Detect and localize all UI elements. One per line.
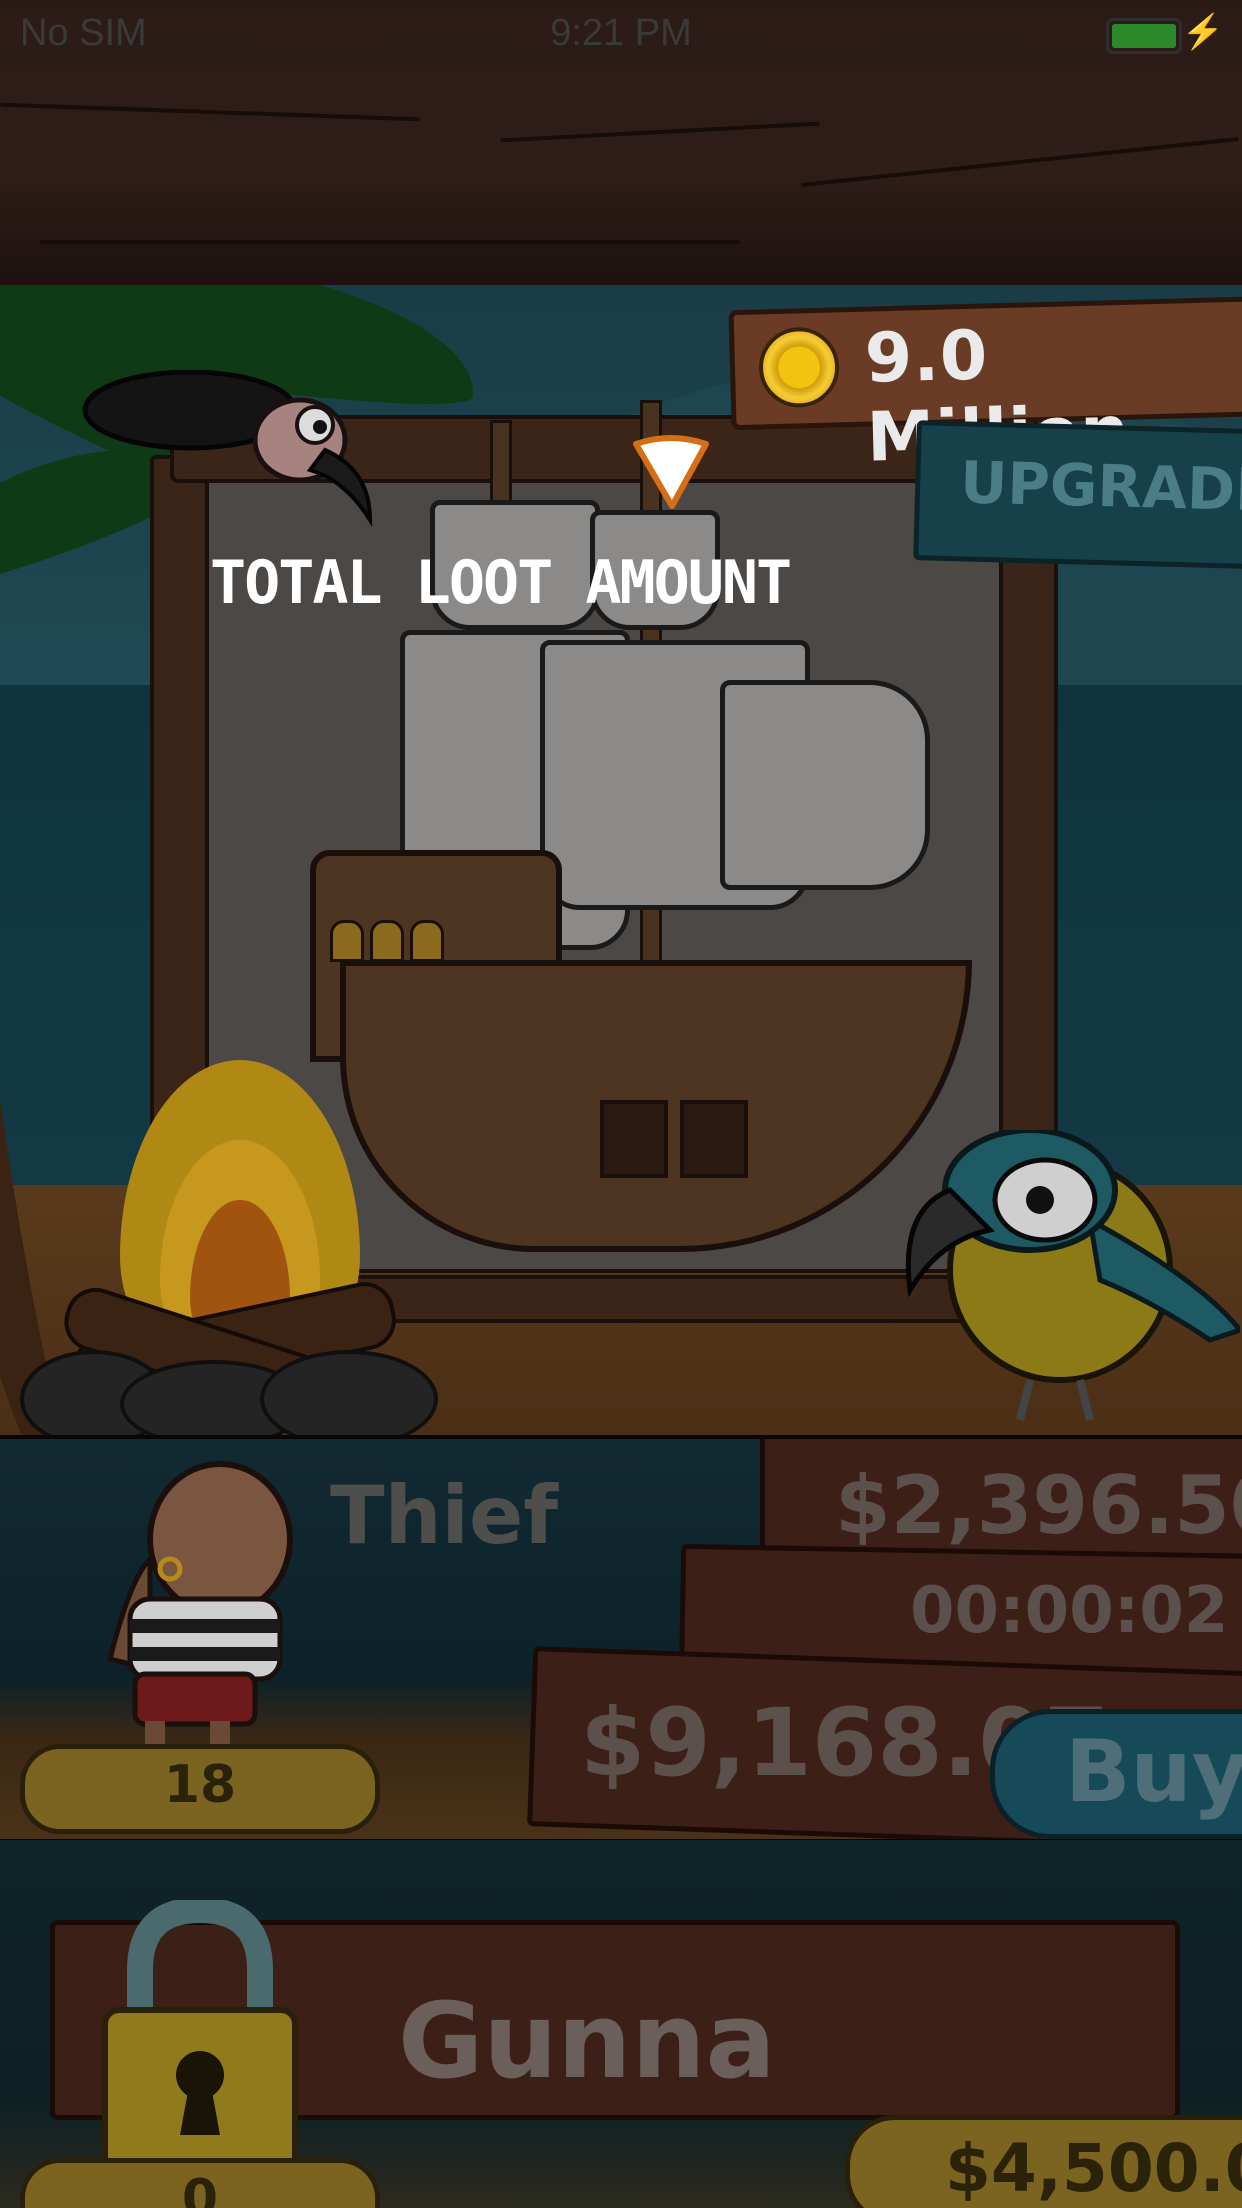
wood-crack <box>500 121 820 143</box>
pointer-marker-icon <box>632 430 710 510</box>
status-bar: No SIM 9:21 PM ⚡ <box>0 0 1242 70</box>
level-badge: 18 <box>20 1744 380 1834</box>
campfire <box>0 1020 440 1448</box>
pirate-name: Gunna <box>398 1980 776 2102</box>
thief-avatar <box>90 1459 320 1759</box>
lock-icon <box>95 1896 305 2180</box>
cycle-timer: 00:00:02 <box>910 1574 1229 1648</box>
wood-crack <box>800 137 1240 187</box>
unlock-price-badge[interactable]: $4,500.00 <box>845 2115 1242 2208</box>
rock <box>260 1350 438 1448</box>
pirate-name: Thief <box>330 1469 559 1562</box>
upgrade-button[interactable]: UPGRADE <box>913 420 1242 570</box>
battery-icon <box>1106 18 1182 54</box>
buy-label: Buy <box>1065 1722 1242 1822</box>
clock: 9:21 PM <box>550 12 692 54</box>
sail <box>720 680 930 890</box>
charging-icon: ⚡ <box>1181 13 1224 51</box>
wood-crack <box>40 240 740 244</box>
coin-icon <box>758 326 841 409</box>
upgrade-label: UPGRADE <box>959 448 1242 525</box>
ship-window <box>410 920 444 962</box>
pirate-row-thief: Thief $2,396.50 00:00:02 $9,168.07 Buy 1… <box>0 1435 1242 1845</box>
level-count: 18 <box>163 1755 237 1815</box>
ship-window <box>330 920 364 962</box>
level-count: 0 <box>181 2169 219 2208</box>
unlock-cost: $4,500.00 <box>945 2130 1242 2207</box>
coin-balance-badge: 9.0 Million <box>728 295 1242 478</box>
cannon-icon <box>600 1100 668 1178</box>
ship-window <box>370 920 404 962</box>
cannon-icon <box>680 1100 748 1178</box>
buy-button[interactable]: Buy <box>990 1709 1242 1839</box>
total-loot-title: TOTAL LOOT AMOUNT <box>210 548 792 618</box>
parrot-icon <box>880 1127 1242 1430</box>
level-badge: 0 <box>20 2158 380 2208</box>
income-per-cycle: $2,396.50 <box>835 1459 1242 1552</box>
wood-crack <box>0 102 420 122</box>
pirate-row-gunna: Gunna $4,500.00 0 <box>0 1840 1242 2208</box>
